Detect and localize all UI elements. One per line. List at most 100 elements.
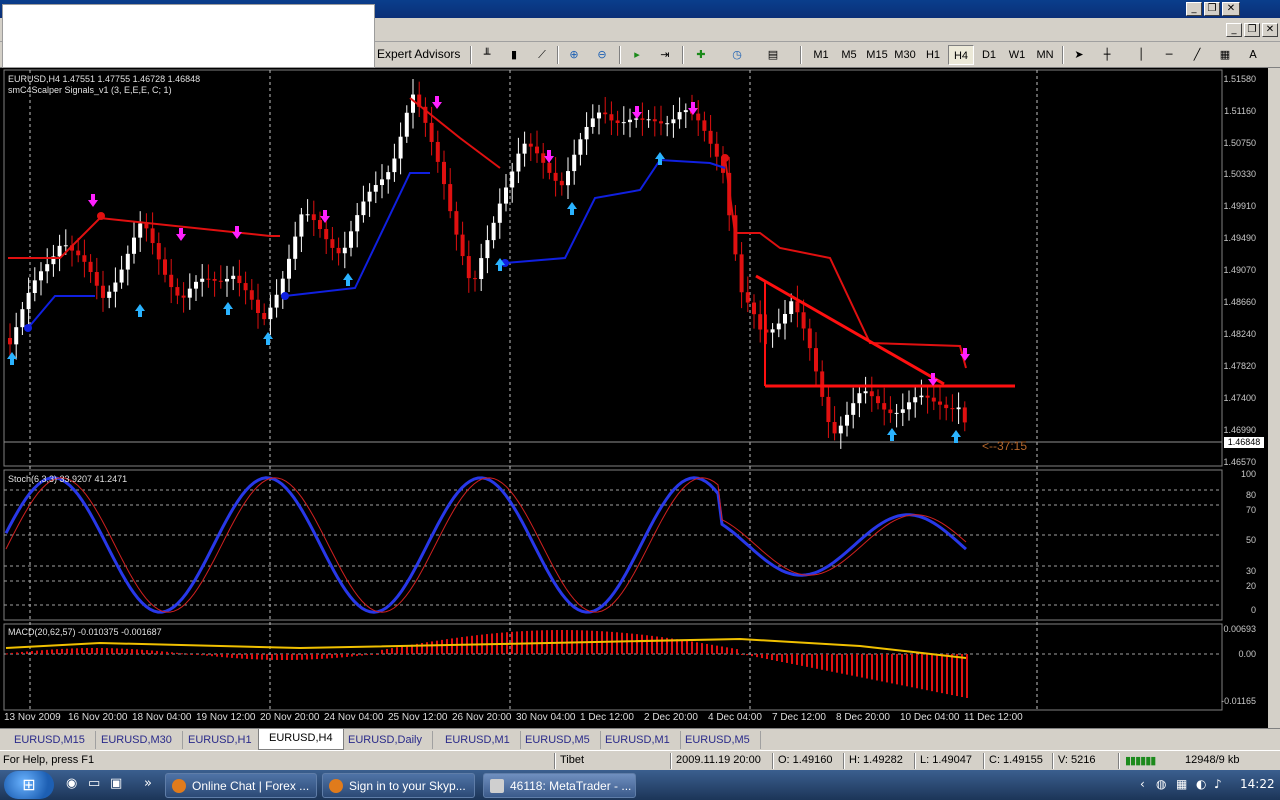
status-close: C: 1.49155 <box>989 754 1043 766</box>
horizontal-line-icon[interactable]: ─ <box>1158 45 1180 65</box>
macd-histogram-bar <box>921 654 923 690</box>
tab-eurusd-m1[interactable]: EURUSD,M1 <box>595 731 681 749</box>
bar-chart-icon[interactable]: ╨ <box>476 45 498 65</box>
timeframe-m30-button[interactable]: M30 <box>892 45 918 65</box>
macd-histogram-bar <box>721 646 723 654</box>
tab-eurusd-daily[interactable]: EURUSD,Daily <box>338 731 433 749</box>
tray-speaker-icon[interactable]: ♪ <box>1214 777 1222 791</box>
tab-eurusd-h1[interactable]: EURUSD,H1 <box>178 731 263 749</box>
macd-histogram-bar <box>316 654 318 660</box>
tray-network-icon[interactable]: ◍ <box>1156 777 1166 791</box>
macd-histogram-bar <box>291 654 293 660</box>
date-axis-label: 8 Dec 20:00 <box>836 712 890 723</box>
macd-histogram-bar <box>646 635 648 654</box>
restore-icon[interactable]: ❐ <box>1204 2 1220 16</box>
tray-app-icon[interactable]: ▦ <box>1176 777 1187 791</box>
candle-body <box>696 113 701 121</box>
macd-histogram-bar <box>931 654 933 692</box>
price-chart-canvas[interactable] <box>0 68 1268 728</box>
macd-histogram-bar <box>176 652 178 654</box>
vertical-line-icon[interactable]: │ <box>1130 45 1152 65</box>
start-button[interactable]: ⊞ <box>4 771 54 799</box>
zoom-out-icon[interactable]: ⊖ <box>591 45 613 65</box>
chart-shift-icon[interactable]: ⇥ <box>654 45 676 65</box>
minimize-icon[interactable]: _ <box>1186 2 1202 16</box>
mdi-minimize-icon[interactable]: _ <box>1226 23 1242 37</box>
quicklaunch-icon[interactable]: ▣ <box>110 776 122 791</box>
zoom-in-icon[interactable]: ⊕ <box>563 45 585 65</box>
candle-body <box>150 228 155 244</box>
macd-histogram-bar <box>841 654 843 674</box>
tab-eurusd-h4[interactable]: EURUSD,H4 <box>258 729 344 750</box>
candle-body <box>411 94 415 113</box>
macd-histogram-bar <box>161 651 163 654</box>
candle-body <box>944 404 949 409</box>
tray-volume-icon[interactable]: ◐ <box>1196 777 1206 791</box>
candle-body <box>962 407 967 423</box>
close-icon[interactable]: ✕ <box>1222 2 1240 16</box>
taskbar-item-skype[interactable]: Sign in to your Skyp... <box>322 773 475 798</box>
quicklaunch-icon[interactable]: ▭ <box>88 776 100 791</box>
templates-icon[interactable]: ▤ <box>762 45 784 65</box>
candle-body <box>318 220 322 230</box>
tab-eurusd-m30[interactable]: EURUSD,M30 <box>91 731 183 749</box>
taskbar-item-chat[interactable]: Online Chat | Forex ... <box>165 773 317 798</box>
cursor-icon[interactable]: ➤ <box>1068 45 1090 65</box>
periods-icon[interactable]: ◷ <box>726 45 748 65</box>
indicators-icon[interactable]: ✚ <box>690 45 712 65</box>
timeframe-m5-button[interactable]: M5 <box>836 45 862 65</box>
macd-histogram-bar <box>801 654 803 666</box>
taskbar-item-metatrader[interactable]: 46118: MetaTrader - ... <box>483 773 636 798</box>
candle-body <box>826 396 831 423</box>
candlestick-icon[interactable]: ▮ <box>503 45 525 65</box>
candle-body <box>355 215 360 232</box>
macd-histogram-bar <box>41 650 43 654</box>
timeframe-m1-button[interactable]: M1 <box>808 45 834 65</box>
candle-body <box>894 412 899 414</box>
macd-histogram-bar <box>856 654 858 677</box>
timeframe-d1-button[interactable]: D1 <box>976 45 1002 65</box>
date-axis-label: 13 Nov 2009 <box>4 712 61 723</box>
chart-window[interactable]: EURUSD,H4 1.47551 1.47755 1.46728 1.4684… <box>0 68 1280 728</box>
autoscroll-icon[interactable]: ▸ <box>626 45 648 65</box>
candle-body <box>950 408 955 410</box>
date-axis-label: 18 Nov 04:00 <box>132 712 192 723</box>
timeframe-m15-button[interactable]: M15 <box>864 45 890 65</box>
channel-icon[interactable]: ▦ <box>1214 45 1236 65</box>
tab-eurusd-m15[interactable]: EURUSD,M15 <box>4 731 96 749</box>
sell-arrow-icon <box>632 106 642 119</box>
timeframe-h1-button[interactable]: H1 <box>920 45 946 65</box>
quicklaunch-more-icon[interactable]: » <box>144 776 152 791</box>
tab-eurusd-m1[interactable]: EURUSD,M1 <box>435 731 521 749</box>
task-label: 46118: MetaTrader - ... <box>510 779 632 793</box>
candle-body <box>268 307 273 320</box>
toolbar-separator <box>682 46 684 64</box>
candle-body <box>14 327 19 345</box>
quicklaunch-icon[interactable]: ◉ <box>66 776 77 791</box>
macd-histogram-bar <box>881 654 883 682</box>
price-axis-label: 1.47400 <box>1223 393 1256 403</box>
tab-eurusd-m5[interactable]: EURUSD,M5 <box>675 731 761 749</box>
mdi-restore-icon[interactable]: ❐ <box>1244 23 1260 37</box>
candle-body <box>900 409 905 413</box>
candle-body <box>342 247 347 254</box>
timeframe-mn-button[interactable]: MN <box>1032 45 1058 65</box>
text-tool-icon[interactable]: A <box>1242 45 1264 65</box>
macd-histogram-bar <box>836 654 838 673</box>
macd-histogram-bar <box>191 654 193 655</box>
crosshair-icon[interactable]: ┼ <box>1096 45 1118 65</box>
trendline-icon[interactable]: ╱ <box>1186 45 1208 65</box>
timeframe-w1-button[interactable]: W1 <box>1004 45 1030 65</box>
stoch-axis-label: 70 <box>1245 505 1256 515</box>
expert-advisors-button[interactable]: Expert Advisors <box>377 47 460 61</box>
band-start-dot <box>97 212 105 220</box>
tray-arrow-icon[interactable]: ‹ <box>1140 777 1145 791</box>
mdi-close-icon[interactable]: ✕ <box>1262 23 1278 37</box>
tab-eurusd-m5[interactable]: EURUSD,M5 <box>515 731 601 749</box>
buy-arrow-icon <box>655 152 665 165</box>
line-chart-icon[interactable]: ⟋ <box>531 45 553 65</box>
stoch-axis-label: 30 <box>1245 566 1256 576</box>
macd-histogram-bar <box>816 654 818 669</box>
date-axis-label: 11 Dec 12:00 <box>964 712 1023 723</box>
timeframe-h4-button[interactable]: H4 <box>948 45 974 65</box>
